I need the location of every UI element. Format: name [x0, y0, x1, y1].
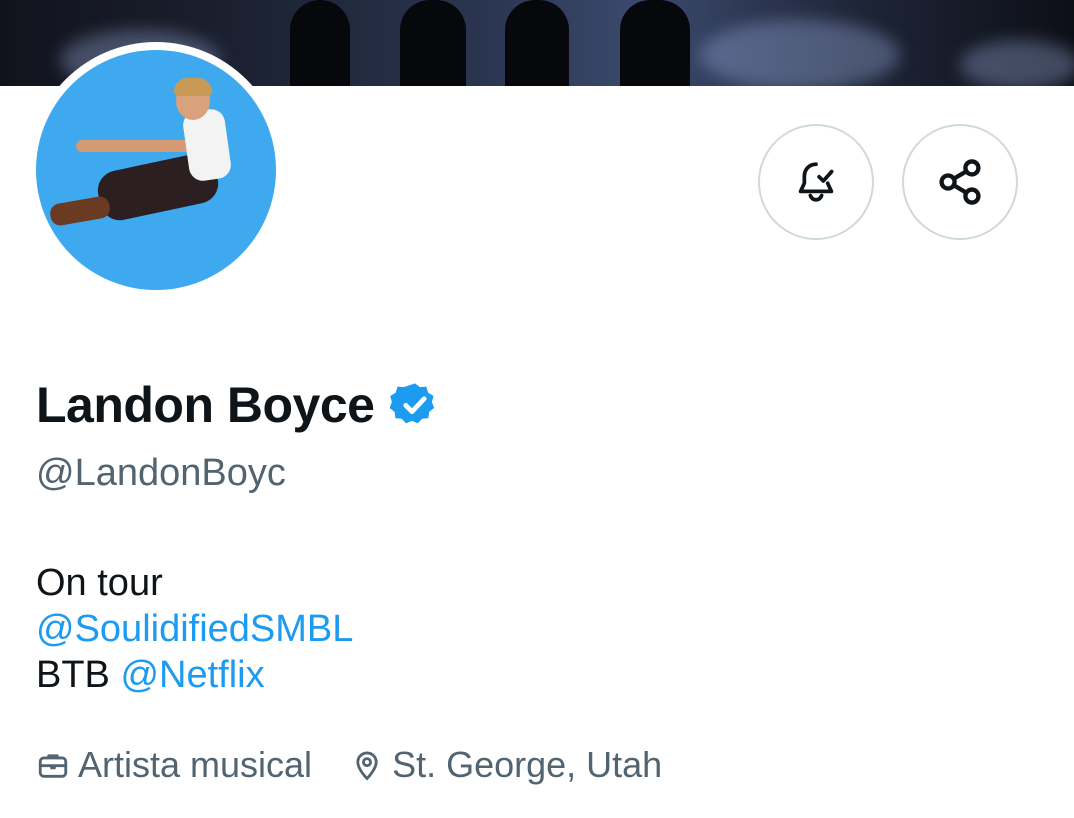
notifications-button[interactable]	[758, 124, 874, 240]
avatar[interactable]	[36, 50, 276, 290]
bell-check-icon	[798, 162, 834, 202]
briefcase-icon	[38, 754, 68, 778]
bio-line-1: On tour	[36, 562, 163, 604]
share-icon	[939, 159, 981, 205]
bio: On tour @SoulidifiedSMBL BTB @Netflix	[36, 560, 353, 698]
meta-location: St. George, Utah	[350, 744, 662, 786]
location-label: St. George, Utah	[392, 744, 663, 785]
share-button[interactable]	[902, 124, 1018, 240]
bio-line-3-prefix: BTB	[36, 654, 110, 696]
mention-link-netflix[interactable]: @Netflix	[120, 654, 264, 696]
profile-meta: Artista musical St. George, Utah	[36, 744, 700, 786]
display-name: Landon Boyce	[36, 377, 375, 433]
mention-link-soulidified[interactable]: @SoulidifiedSMBL	[36, 608, 353, 650]
user-handle: @LandonBoyc	[36, 452, 286, 494]
category-label: Artista musical	[78, 744, 313, 785]
verified-badge-icon[interactable]	[390, 380, 440, 430]
meta-category: Artista musical	[36, 744, 312, 786]
name-row: Landon Boyce	[36, 376, 440, 434]
location-pin-icon	[356, 751, 378, 781]
